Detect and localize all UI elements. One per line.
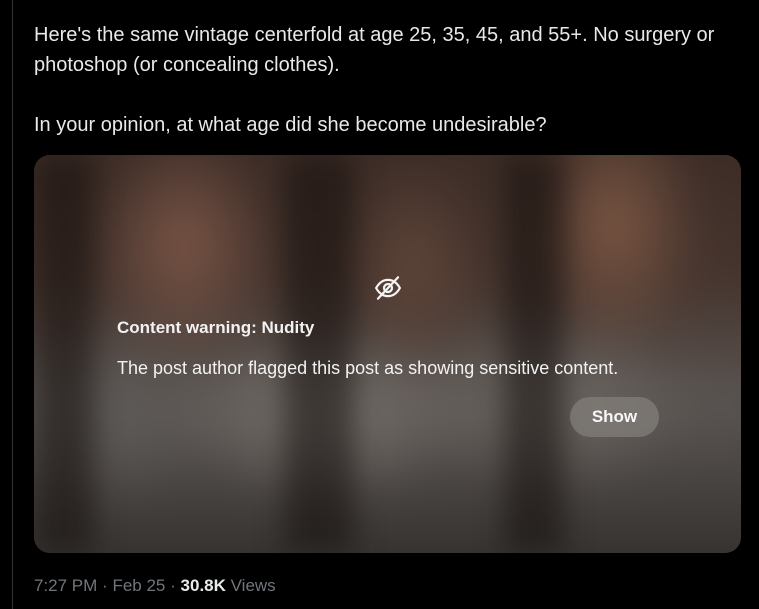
content-warning-description: The post author flagged this post as sho… bbox=[117, 358, 619, 378]
post-text: Here's the same vintage centerfold at ag… bbox=[34, 20, 734, 140]
post-time[interactable]: 7:27 PM bbox=[34, 576, 97, 595]
post-text-paragraph-2: In your opinion, at what age did she bec… bbox=[34, 114, 547, 136]
thread-divider bbox=[12, 0, 13, 609]
views-label: Views bbox=[230, 576, 276, 595]
post-text-paragraph-1: Here's the same vintage centerfold at ag… bbox=[34, 24, 715, 76]
show-sensitive-content-button[interactable]: Show bbox=[570, 397, 659, 437]
post-media[interactable]: Content warning: Nudity The post author … bbox=[34, 155, 741, 553]
eye-slash-icon bbox=[375, 276, 401, 300]
post-metadata: 7:27 PM · Feb 25 · 30.8K Views bbox=[34, 576, 276, 596]
content-warning-overlay: Content warning: Nudity The post author … bbox=[34, 155, 741, 553]
separator: · bbox=[170, 576, 176, 595]
content-warning-title: Content warning: Nudity bbox=[117, 318, 315, 337]
post-date[interactable]: Feb 25 bbox=[112, 576, 165, 595]
views-count[interactable]: 30.8K bbox=[181, 576, 226, 595]
separator: · bbox=[102, 576, 108, 595]
